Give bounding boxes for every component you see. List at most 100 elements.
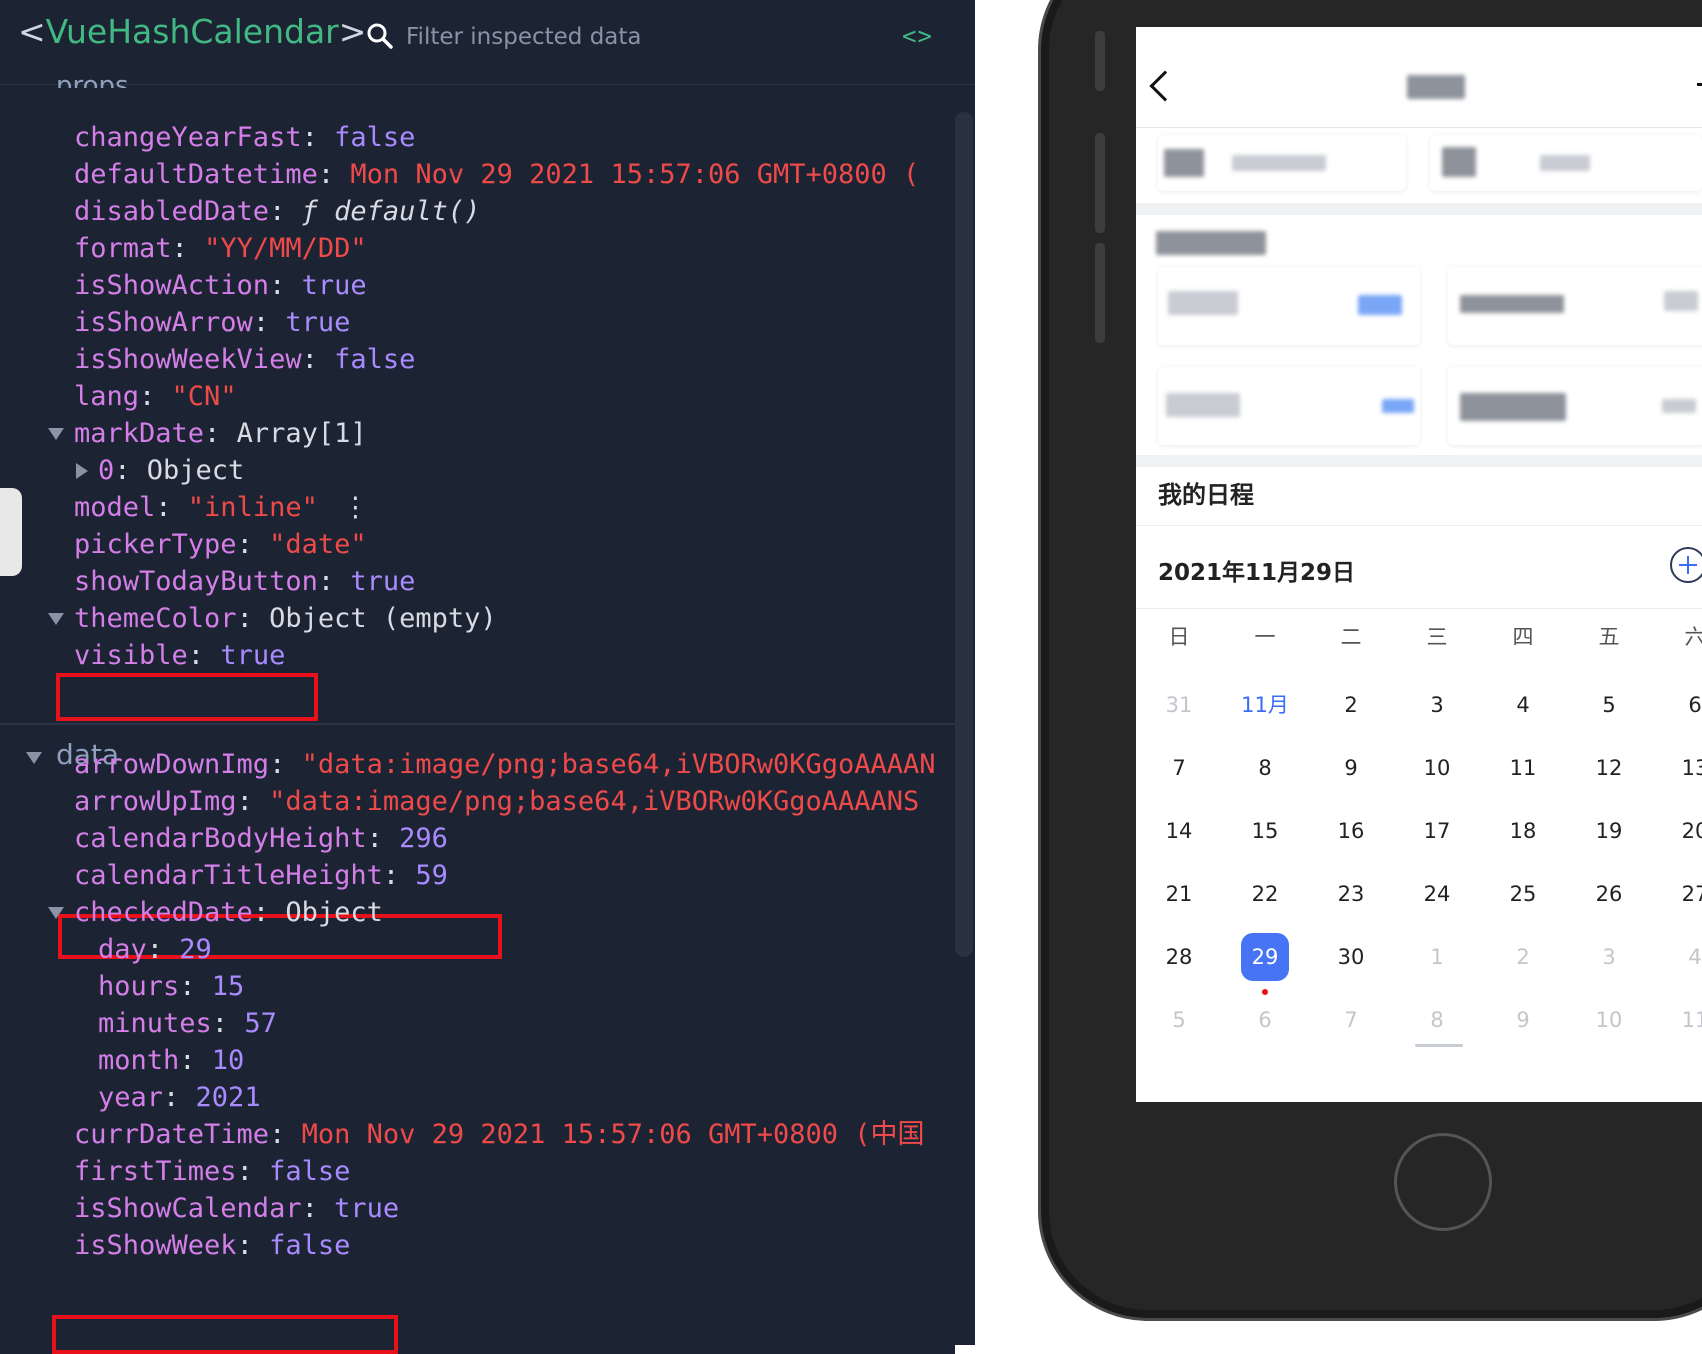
add-event-icon[interactable] [1670,547,1702,583]
home-button[interactable] [1394,1133,1492,1231]
data-row-isshowcalendar[interactable]: isShowCalendar: true [74,1189,399,1229]
data-row-year[interactable]: year: 2021 [98,1078,261,1118]
calendar-day[interactable]: 5 [1136,996,1222,1044]
add-icon[interactable] [1697,71,1702,97]
calendar-day[interactable]: 24 [1394,870,1480,918]
prop-value[interactable]: "data:image/png;base64,iVBORw0KGgoAAAANS [269,786,919,817]
props-row-showtodaybutton[interactable]: showTodayButton: true [74,562,415,602]
calendar-day[interactable]: 10 [1394,744,1480,792]
props-row-markdate[interactable]: markDate: Array[1] [74,414,367,454]
back-icon[interactable] [1149,70,1181,102]
calendar-day[interactable]: 8 [1394,996,1480,1044]
calendar-day-selected[interactable]: 29 [1222,933,1308,981]
more-icon[interactable]: ⋮ [342,492,369,523]
calendar-day[interactable]: 17 [1394,807,1480,855]
calendar-date-title[interactable]: 2021年11月29日 [1158,553,1355,587]
scrollbar[interactable] [955,112,973,957]
prop-value[interactable]: "data:image/png;base64,iVBORw0KGgoAAAAN [302,749,936,780]
expand-icon[interactable] [76,463,88,479]
calendar-day[interactable]: 2 [1480,933,1566,981]
calendar-day[interactable]: 26 [1566,870,1652,918]
prop-value[interactable]: 15 [212,971,245,1002]
calendar-day[interactable]: 2 [1308,681,1394,729]
prop-value[interactable]: "date" [269,529,367,560]
data-row-arrowupimg[interactable]: arrowUpImg: "data:image/png;base64,iVBOR… [74,782,919,822]
prop-value[interactable]: Mon Nov 29 2021 15:57:06 GMT+0800 ( [350,159,919,190]
calendar-day[interactable]: 9 [1480,996,1566,1044]
data-row-calendartitleheight[interactable]: calendarTitleHeight: 59 [74,856,448,896]
prop-value[interactable]: 2021 [196,1082,261,1113]
props-row-0[interactable]: 0: Object [98,451,244,491]
schedule-title[interactable]: 我的日程 [1158,475,1254,510]
prop-value[interactable]: 296 [399,823,448,854]
prop-value[interactable]: true [285,307,350,338]
props-row-pickertype[interactable]: pickerType: "date" [74,525,367,565]
filter-input[interactable] [404,18,768,56]
calendar-day[interactable]: 11月 [1222,681,1308,729]
props-row-isshowaction[interactable]: isShowAction: true [74,266,367,306]
service-card[interactable] [1158,267,1420,345]
prop-value[interactable]: 57 [244,1008,277,1039]
prop-value[interactable]: Object [147,455,245,486]
data-row-firsttimes[interactable]: firstTimes: false [74,1152,350,1192]
calendar-day[interactable]: 11 [1652,996,1702,1044]
calendar-day[interactable]: 16 [1308,807,1394,855]
calendar-day[interactable]: 8 [1222,744,1308,792]
service-card[interactable] [1448,267,1702,345]
prop-value[interactable]: true [302,270,367,301]
collapse-icon[interactable] [48,613,64,625]
props-row-model[interactable]: model: "inline" ⋮ [74,488,369,528]
calendar-day[interactable]: 18 [1480,807,1566,855]
prop-value[interactable]: false [269,1156,350,1187]
calendar-day[interactable]: 13 [1652,744,1702,792]
data-expand-icon[interactable] [26,752,42,764]
props-row-lang[interactable]: lang: "CN" [74,377,237,417]
calendar-day[interactable]: 25 [1480,870,1566,918]
collapse-icon[interactable] [48,428,64,440]
calendar-day[interactable]: 9 [1308,744,1394,792]
props-row-defaultdatetime[interactable]: defaultDatetime: Mon Nov 29 2021 15:57:0… [74,155,919,195]
calendar-day[interactable]: 23 [1308,870,1394,918]
prop-value[interactable]: "inline" [188,492,318,523]
collapse-icon[interactable] [48,907,64,919]
calendar-day[interactable]: 28 [1136,933,1222,981]
code-icon[interactable]: <> [902,22,933,50]
prop-value[interactable]: true [350,566,415,597]
calendar-day[interactable]: 6 [1222,996,1308,1044]
props-row-visible[interactable]: visible: true [74,636,285,676]
data-row-isshowweek[interactable]: isShowWeek: false [74,1226,350,1266]
calendar-day[interactable]: 21 [1136,870,1222,918]
shortcut-card[interactable] [1430,135,1702,191]
calendar-day[interactable]: 1 [1394,933,1480,981]
prop-value[interactable]: true [220,640,285,671]
prop-value[interactable]: false [334,122,415,153]
prop-value[interactable]: Mon Nov 29 2021 15:57:06 GMT+0800 (中国 [302,1119,925,1150]
calendar-day[interactable]: 22 [1222,870,1308,918]
prop-value[interactable]: Array[1] [237,418,367,449]
calendar-day[interactable]: 31 [1136,681,1222,729]
service-card[interactable] [1158,367,1420,445]
calendar-day[interactable]: 4 [1652,933,1702,981]
calendar-day[interactable]: 30 [1308,933,1394,981]
calendar-day[interactable]: 10 [1566,996,1652,1044]
calendar-day[interactable]: 7 [1308,996,1394,1044]
data-row-calendarbodyheight[interactable]: calendarBodyHeight: 296 [74,819,448,859]
data-row-currdatetime[interactable]: currDateTime: Mon Nov 29 2021 15:57:06 G… [74,1115,925,1155]
data-row-month[interactable]: month: 10 [98,1041,244,1081]
drag-handle[interactable] [1415,1044,1463,1047]
calendar-day[interactable]: 27 [1652,870,1702,918]
calendar-day[interactable]: 6 [1652,681,1702,729]
props-row-isshowarrow[interactable]: isShowArrow: true [74,303,350,343]
props-row-changeyearfast[interactable]: changeYearFast: false [74,118,415,158]
prop-value[interactable]: 59 [415,860,448,891]
data-row-day[interactable]: day: 29 [98,930,212,970]
prop-value[interactable]: false [269,1230,350,1261]
calendar-day[interactable]: 12 [1566,744,1652,792]
calendar-day[interactable]: 14 [1136,807,1222,855]
calendar-day[interactable]: 3 [1394,681,1480,729]
props-row-isshowweekview[interactable]: isShowWeekView: false [74,340,415,380]
service-card[interactable] [1448,367,1702,445]
data-row-minutes[interactable]: minutes: 57 [98,1004,277,1044]
data-row-hours[interactable]: hours: 15 [98,967,244,1007]
props-section-label[interactable]: props [56,62,129,88]
